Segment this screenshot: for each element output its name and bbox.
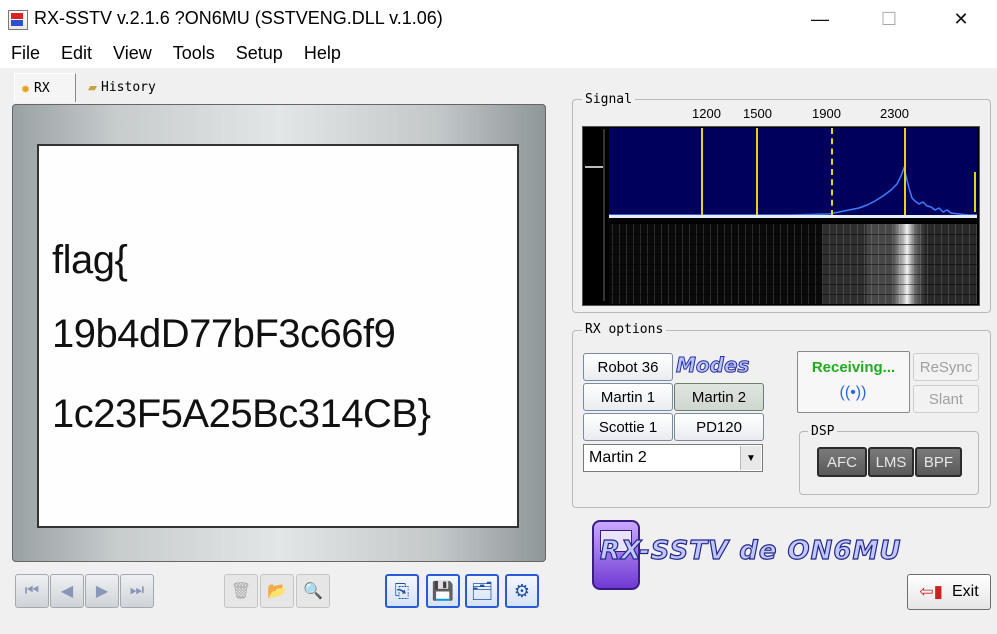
freq-label-1200: 1200 xyxy=(692,106,721,121)
next-image-button[interactable]: ▶ xyxy=(85,574,119,608)
folder-icon: ▰ xyxy=(88,78,98,96)
save-button[interactable]: 💾 xyxy=(426,574,460,608)
mode-martin2-button[interactable]: Martin 2 xyxy=(674,383,764,411)
last-image-button[interactable]: ⏭ xyxy=(120,574,154,608)
tab-rx[interactable]: ✹ RX xyxy=(14,73,76,102)
floppy-icon: 💾 xyxy=(431,580,455,601)
mode-pd120-button[interactable]: PD120 xyxy=(674,413,764,441)
waterfall-view xyxy=(609,224,977,304)
marker-edge xyxy=(974,172,976,212)
menu-view[interactable]: View xyxy=(102,43,162,64)
image-text-line: flag{ xyxy=(52,238,128,282)
signal-title: Signal xyxy=(582,92,635,107)
bpf-button[interactable]: BPF xyxy=(915,447,962,477)
lms-button[interactable]: LMS xyxy=(868,447,914,477)
menu-help[interactable]: Help xyxy=(293,43,351,64)
modes-logo: Modes xyxy=(675,353,750,378)
open-folder-button[interactable]: 📂 xyxy=(260,574,294,608)
spectrum-view[interactable] xyxy=(609,128,977,218)
freq-label-1500: 1500 xyxy=(743,106,772,121)
level-meter xyxy=(585,129,605,301)
menu-bar: File Edit View Tools Setup Help xyxy=(0,38,997,68)
app-icon xyxy=(8,10,28,30)
minimize-button[interactable]: — xyxy=(797,0,843,38)
copy-button[interactable]: ⎘ xyxy=(385,574,419,608)
slant-button[interactable]: Slant xyxy=(913,385,979,413)
folder-open-icon: 📂 xyxy=(267,583,287,600)
settings-button[interactable]: ⚙ xyxy=(505,574,539,608)
save-as-button[interactable]: 🗂 xyxy=(465,574,499,608)
rx-options-title: RX options xyxy=(582,322,667,337)
mode-scottie1-button[interactable]: Scottie 1 xyxy=(583,413,673,441)
menu-setup[interactable]: Setup xyxy=(225,43,293,64)
exit-button[interactable]: ⇦▮ Exit xyxy=(907,574,991,610)
skip-last-icon: ⏭ xyxy=(129,582,145,599)
freq-label-1900: 1900 xyxy=(812,106,841,121)
chevron-down-icon: ▼ xyxy=(740,446,761,470)
marker-1900 xyxy=(831,128,833,216)
magnifier-icon: 🔍 xyxy=(303,583,323,600)
previous-image-button[interactable]: ◀ xyxy=(50,574,84,608)
resync-button[interactable]: ReSync xyxy=(913,353,979,381)
zoom-button[interactable]: 🔍 xyxy=(296,574,330,608)
tab-rx-label: RX xyxy=(34,80,50,96)
marker-1200 xyxy=(701,128,703,216)
trash-icon: 🗑 xyxy=(230,583,252,600)
level-marker xyxy=(585,166,603,168)
maximize-button[interactable]: ☐ xyxy=(866,0,912,38)
tab-history[interactable]: ▰ History xyxy=(82,73,182,101)
app-logo-text: RX-SSTV de ON6MU xyxy=(599,535,902,566)
arrow-left-icon: ◀ xyxy=(60,583,74,600)
delete-button[interactable]: 🗑 xyxy=(224,574,258,608)
afc-button[interactable]: AFC xyxy=(817,447,867,477)
menu-tools[interactable]: Tools xyxy=(162,43,225,64)
close-button[interactable]: ✕ xyxy=(938,0,984,38)
save-as-icon: 🗂 xyxy=(470,580,494,601)
mode-martin1-button[interactable]: Martin 1 xyxy=(583,383,673,411)
marker-1500 xyxy=(756,128,758,216)
gear-icon: ✹ xyxy=(21,79,31,97)
mode-dropdown-value: Martin 2 xyxy=(589,449,647,466)
mode-robot36-button[interactable]: Robot 36 xyxy=(583,353,673,381)
image-text-line: 1c23F5A25Bc314CB} xyxy=(52,392,431,436)
exit-door-icon: ⇦▮ xyxy=(919,582,943,601)
window-title: RX-SSTV v.2.1.6 ?ON6MU (SSTVENG.DLL v.1.… xyxy=(34,8,443,28)
settings-icon: ⚙ xyxy=(513,580,531,601)
menu-edit[interactable]: Edit xyxy=(50,43,102,64)
image-text-line: 19b4dD77bF3c66f9 xyxy=(52,312,396,356)
spectrum-baseline xyxy=(609,215,977,218)
receiving-status: Receiving... xyxy=(811,359,896,376)
menu-file[interactable]: File xyxy=(0,43,50,64)
copy-icon: ⎘ xyxy=(394,580,410,601)
antenna-icon: ((•)) xyxy=(839,384,867,401)
spectrum-trace xyxy=(609,165,977,216)
freq-label-2300: 2300 xyxy=(880,106,909,121)
exit-label: Exit xyxy=(951,583,979,600)
tab-history-label: History xyxy=(101,79,156,95)
arrow-right-icon: ▶ xyxy=(95,583,109,600)
first-image-button[interactable]: ⏮ xyxy=(15,574,49,608)
marker-2300 xyxy=(904,128,906,216)
mode-dropdown[interactable]: Martin 2 ▼ xyxy=(583,444,763,472)
dsp-title: DSP xyxy=(808,424,838,439)
skip-first-icon: ⏮ xyxy=(24,582,40,599)
